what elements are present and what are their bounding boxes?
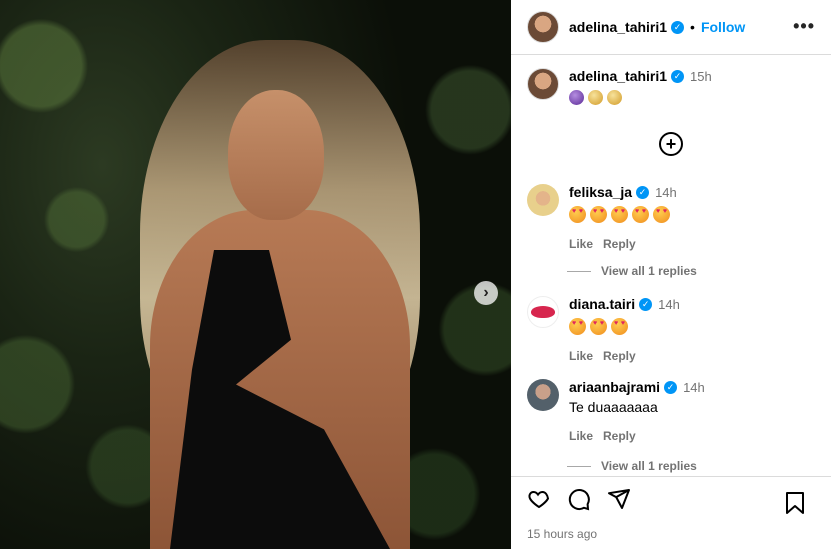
- comment-time: 14h: [655, 184, 677, 200]
- like-comment-button[interactable]: Like: [569, 237, 593, 251]
- verified-icon: ✓: [639, 297, 653, 311]
- commenter-username[interactable]: diana.tairi: [569, 296, 635, 312]
- heart-eyes-emoji: [611, 206, 628, 223]
- caption-avatar[interactable]: [527, 68, 559, 100]
- follow-button[interactable]: Follow: [701, 19, 745, 35]
- author-avatar[interactable]: [527, 11, 559, 43]
- reply-comment-button[interactable]: Reply: [603, 349, 636, 363]
- verified-icon: ✓: [671, 69, 685, 83]
- author-username[interactable]: adelina_tahiri1: [569, 19, 667, 35]
- heart-eyes-emojis: [569, 206, 677, 223]
- heart-eyes-emoji: [569, 206, 586, 223]
- caption-emojis: [569, 90, 712, 105]
- caption: adelina_tahiri1 ✓ 15h: [527, 68, 712, 105]
- comment-time: 14h: [658, 296, 680, 312]
- comment-item: feliksa_ja ✓ 14h Like Reply: [527, 184, 677, 251]
- commenter-avatar[interactable]: [527, 296, 559, 328]
- view-replies-label: View all 1 replies: [601, 459, 697, 473]
- commenter-username[interactable]: feliksa_ja: [569, 184, 632, 200]
- post-sidebar: adelina_tahiri1 ✓ • Follow ••• adelina_t…: [511, 0, 831, 549]
- reply-comment-button[interactable]: Reply: [603, 237, 636, 251]
- heart-icon[interactable]: [527, 487, 551, 511]
- heart-eyes-emojis: [569, 318, 680, 335]
- post-image[interactable]: ›: [0, 0, 511, 549]
- separator-dot: •: [690, 19, 695, 35]
- lips-icon: [531, 306, 555, 318]
- next-arrow-icon[interactable]: ›: [474, 281, 498, 305]
- post-timestamp: 15 hours ago: [527, 527, 598, 541]
- comments-section[interactable]: adelina_tahiri1 ✓ 15h + feliksa_ja ✓ 14h…: [511, 56, 831, 476]
- heart-eyes-emoji: [653, 206, 670, 223]
- verified-icon: ✓: [664, 380, 678, 394]
- comment-item: diana.tairi ✓ 14h Like Reply: [527, 296, 680, 363]
- share-icon[interactable]: [607, 487, 631, 511]
- gold-emoji: [607, 90, 622, 105]
- replies-divider: [567, 270, 591, 272]
- comment-time: 14h: [683, 379, 705, 395]
- reply-comment-button[interactable]: Reply: [603, 429, 636, 443]
- purple-circle-emoji: [569, 90, 584, 105]
- heart-eyes-emoji: [590, 318, 607, 335]
- comment-item: ariaanbajrami ✓ 14h Te duaaaaaaa Like Re…: [527, 379, 705, 443]
- photo-subject-face: [228, 90, 324, 220]
- post-actions-bar: 15 hours ago: [511, 476, 831, 549]
- comment-icon[interactable]: [567, 487, 591, 511]
- view-replies-button[interactable]: View all 1 replies: [567, 264, 697, 278]
- bookmark-icon[interactable]: [785, 491, 805, 515]
- like-comment-button[interactable]: Like: [569, 429, 593, 443]
- replies-divider: [567, 465, 591, 467]
- caption-username[interactable]: adelina_tahiri1: [569, 68, 667, 84]
- verified-icon: ✓: [636, 185, 650, 199]
- heart-eyes-emoji: [590, 206, 607, 223]
- heart-eyes-emoji: [632, 206, 649, 223]
- heart-eyes-emoji: [611, 318, 628, 335]
- post-header: adelina_tahiri1 ✓ • Follow •••: [511, 0, 831, 55]
- commenter-username[interactable]: ariaanbajrami: [569, 379, 660, 395]
- like-comment-button[interactable]: Like: [569, 349, 593, 363]
- view-replies-button[interactable]: View all 1 replies: [567, 459, 697, 473]
- commenter-avatar[interactable]: [527, 184, 559, 216]
- commenter-avatar[interactable]: [527, 379, 559, 411]
- verified-icon: ✓: [671, 20, 685, 34]
- caption-time: 15h: [690, 68, 712, 84]
- more-icon[interactable]: •••: [793, 16, 815, 37]
- gold-emoji: [588, 90, 603, 105]
- add-circle-icon[interactable]: +: [659, 132, 683, 156]
- heart-eyes-emoji: [569, 318, 586, 335]
- comment-text: Te duaaaaaaa: [569, 399, 658, 415]
- view-replies-label: View all 1 replies: [601, 264, 697, 278]
